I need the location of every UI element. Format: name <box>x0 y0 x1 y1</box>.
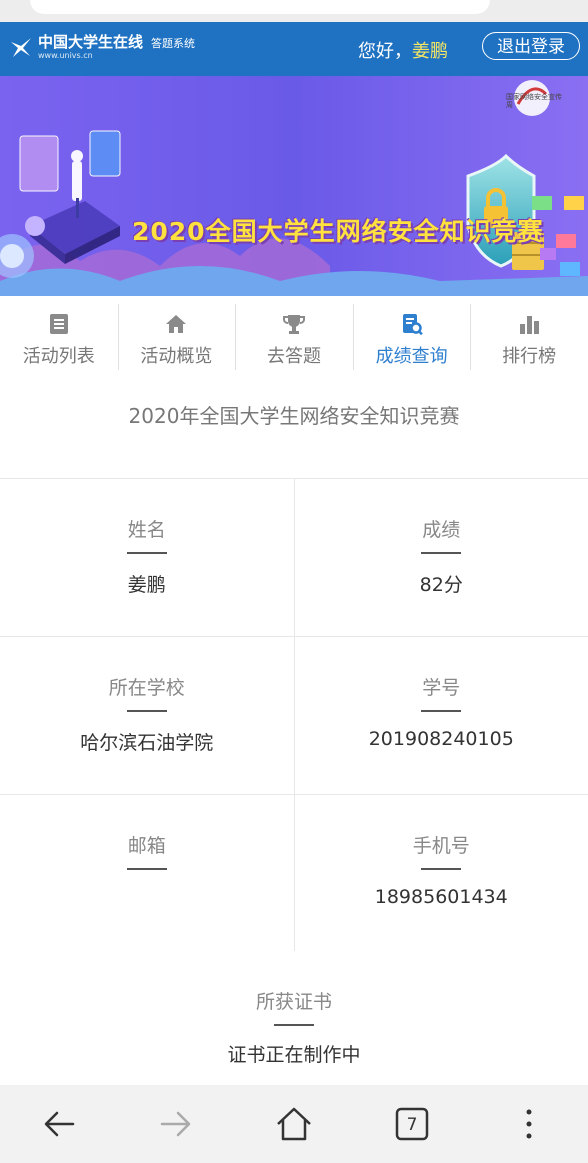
tab-score-query[interactable]: 成绩查询 <box>352 296 471 378</box>
score-value: 82分 <box>419 574 463 596</box>
tab-activity-list[interactable]: 活动列表 <box>0 296 118 378</box>
tab-label: 活动列表 <box>22 346 95 367</box>
divider <box>421 868 462 870</box>
student-id-cell: 学号 201908240105 <box>293 637 588 794</box>
divider <box>421 710 462 712</box>
name-label: 姓名 <box>127 519 166 541</box>
menu-button[interactable] <box>499 1094 559 1154</box>
info-row: 所在学校 哈尔滨石油学院 学号 201908240105 <box>0 637 588 795</box>
certificate-status: 证书正在制作中 <box>227 1044 361 1066</box>
score-search-icon <box>402 314 423 336</box>
tabs-count-icon: 7 <box>395 1107 428 1141</box>
greeting: 您好，姜鹏 <box>358 37 448 63</box>
tab-label: 活动概览 <box>140 346 213 367</box>
score-label: 成绩 <box>422 519 461 541</box>
email-cell: 邮箱 <box>0 795 294 952</box>
home-button[interactable] <box>264 1094 324 1154</box>
logo-url-text: www.univs.cn <box>38 50 93 60</box>
divider <box>421 552 462 554</box>
logo-icon <box>11 38 31 57</box>
school-label: 所在学校 <box>108 677 185 699</box>
tab-answer-questions[interactable]: 去答题 <box>235 296 353 378</box>
tab-count: 7 <box>406 1115 417 1135</box>
student-id-value: 201908240105 <box>368 728 514 750</box>
phone-value: 18985601434 <box>374 886 508 908</box>
email-label: 邮箱 <box>127 835 166 857</box>
main-tabs: 活动列表 活动概览 去答题 成绩查询 排行榜 <box>0 296 588 379</box>
tabs-button[interactable]: 7 <box>382 1094 442 1154</box>
logo-main-text: 中国大学生在线 <box>38 32 144 51</box>
trophy-icon <box>282 315 305 334</box>
forward-arrow-icon <box>161 1111 191 1137</box>
bar-chart-icon <box>520 316 540 334</box>
home-outline-icon <box>277 1107 311 1141</box>
name-cell: 姓名 姜鹏 <box>0 479 294 636</box>
tab-leaderboard[interactable]: 排行榜 <box>470 296 588 378</box>
tab-label: 去答题 <box>266 346 321 367</box>
back-button[interactable] <box>29 1094 89 1154</box>
divider <box>126 552 167 554</box>
info-row: 邮箱 手机号 18985601434 <box>0 795 588 953</box>
more-vertical-icon <box>526 1109 532 1139</box>
browser-nav-bar: 7 <box>0 1085 588 1163</box>
forward-button[interactable] <box>146 1094 206 1154</box>
back-arrow-icon <box>44 1111 75 1137</box>
divider <box>126 710 167 712</box>
score-cell: 成绩 82分 <box>293 479 588 636</box>
school-cell: 所在学校 哈尔滨石油学院 <box>0 637 294 794</box>
tab-activity-overview[interactable]: 活动概览 <box>117 296 236 378</box>
activity-title: 2020年全国大学生网络安全知识竞赛 <box>128 404 460 428</box>
list-icon <box>49 314 68 334</box>
app-header: 中国大学生在线 www.univs.cn 答题系统 您好，姜鹏 退出登录 <box>0 22 588 76</box>
banner-illustration <box>0 76 588 296</box>
divider <box>126 868 167 870</box>
school-value: 哈尔滨石油学院 <box>80 732 214 754</box>
info-row: 姓名 姜鹏 成绩 82分 <box>0 479 588 637</box>
logout-button[interactable]: 退出登录 <box>482 32 580 60</box>
tab-label: 成绩查询 <box>375 346 448 367</box>
activity-title-section: 2020年全国大学生网络安全知识竞赛 <box>0 378 588 479</box>
phone-label: 手机号 <box>412 835 470 857</box>
phone-cell: 手机号 18985601434 <box>293 795 588 952</box>
name-value: 姜鹏 <box>127 574 166 596</box>
org-badge: 国家网络安全宣传周 <box>506 93 562 109</box>
certificate-label: 所获证书 <box>255 991 332 1013</box>
browser-address-strip <box>0 0 588 22</box>
certificate-section: 所获证书 证书正在制作中 <box>0 951 588 1085</box>
divider <box>274 1024 314 1026</box>
greeting-text: 您好， <box>358 41 412 62</box>
student-id-label: 学号 <box>422 677 461 699</box>
tab-label: 排行榜 <box>502 346 557 367</box>
address-bar[interactable] <box>30 0 490 14</box>
username: 姜鹏 <box>412 41 448 62</box>
result-info-grid: 姓名 姜鹏 成绩 82分 所在学校 哈尔滨石油学院 学号 20190824010… <box>0 479 588 953</box>
banner-title: 2020全国大学生网络安全知识竞赛 <box>132 217 544 246</box>
site-logo[interactable]: 中国大学生在线 www.univs.cn 答题系统 <box>8 34 195 60</box>
home-icon <box>166 315 187 333</box>
logo-sub-text: 答题系统 <box>151 37 196 50</box>
contest-banner: 2020全国大学生网络安全知识竞赛 国家网络安全宣传周 <box>0 76 588 296</box>
